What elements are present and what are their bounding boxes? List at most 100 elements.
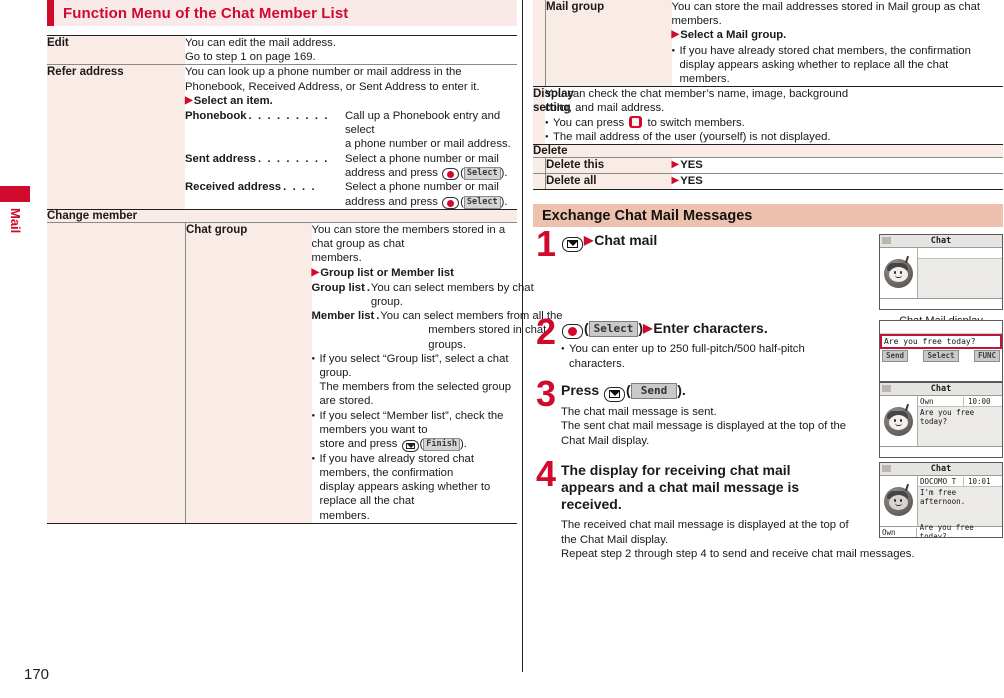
table-row-refer-address: Refer address You can look up a phone nu… [47,64,517,210]
page-number: 170 [24,666,50,683]
mailgroup-arrow-text: Select a Mail group. [680,29,787,42]
multi-function-key-icon [629,115,643,128]
step-3-screenshot: Chat Own 10:00 Are you free today? [879,382,1003,459]
sent-body-2: address and press [345,166,442,179]
screen-body [880,248,1002,299]
screen-footer [880,446,1002,458]
ds-line-1: You can check the chat member’s name, im… [545,88,849,101]
received-body-1: Select a phone number or mail [345,181,499,194]
screen-footer [880,298,1002,310]
triangle-right-icon: ▶ [643,321,653,336]
step-3: 3 Press (Send). The chat mail message is… [533,376,1003,459]
message-time: 10:00 [968,396,991,406]
row-content-chat-group: Chat group You can store the members sto… [185,222,563,523]
signal-icon [882,385,891,393]
def-sent-address: Sent address . . . . . . . . Select a ph… [185,152,517,181]
ds-line-2: color, and mail address. [545,102,665,115]
def-term-member-list: Member list [311,310,375,323]
row-value-delete-all: ▶YES [672,174,1004,189]
mailgroup-line-2: members. [671,15,722,28]
function-menu-table: Edit You can edit the mail address. Go t… [47,34,563,524]
step-1-screenshot: Chat [879,234,1003,327]
def-body-received-address: Select a phone number or mail address an… [345,181,508,210]
delete-all-value: YES [680,175,703,188]
row-label-delete-this: Delete this [545,158,672,174]
table-row-chat-group: Chat group You can store the members sto… [47,222,563,523]
signal-icon [882,237,891,245]
avatar-cell [880,396,918,447]
row-content-delete-all: Delete all ▶YES [545,173,1004,190]
footer-sender: Own [880,527,917,537]
center-key-icon [442,197,460,210]
row-indent-cell [47,222,185,523]
def-member-list: Member list . . . You can select members… [311,309,563,352]
group-header-change-member: Change member [47,209,517,223]
step-1: 1 ▶Chat mail Chat [533,226,1003,327]
mailgroup-line-1: You can store the mail addresses stored … [671,1,981,13]
right-column: Mail group You can store the mail addres… [533,0,1003,562]
edit-line-1: You can edit the mail address. [185,37,336,49]
section-title-exchange: Exchange Chat Mail Messages [533,204,1003,228]
left-column: Function Menu of the Chat Member List Ed… [47,0,563,524]
side-tab-label: Mail [8,208,23,234]
leader-dots: . . . . [283,181,317,194]
message-sender: Own [918,396,964,406]
step-2-head-text: Enter characters. [653,320,768,337]
sent-body-3: . [504,166,508,179]
avatar [884,403,913,436]
softkey-select: Select [463,166,501,180]
softkey-bar: Send Select FUNC [880,349,1002,365]
bullet-1-line-2: The members from the selected group are … [319,381,512,408]
step-3-notes: The chat mail message is sent. The sent … [561,405,871,448]
triangle-right-icon: ▶ [311,266,320,278]
bullet-1-line-1: If you select “Group list”, select a cha… [319,352,509,380]
row-indent-cell [533,0,545,87]
softkey-func[interactable]: FUNC [973,350,1000,363]
screen-title-bar: Chat [880,463,1002,477]
step-number: 2 [535,311,557,353]
phonebook-body-2: a phone number or mail address. [345,138,511,151]
leader-dots: . . . . . . . . . [248,110,330,123]
softkey-send: Send [630,383,678,400]
bullet-2-line-1: If you select “Member list”, check the m… [319,409,504,436]
chat-mail-received-display: Chat DOCOMO T 10:01 I'm free afternoon. … [879,462,1003,539]
step-4-notes: The received chat mail message is displa… [561,518,915,561]
bullet-2-line-2: store and press [319,438,401,451]
exchange-title-text: Exchange Chat Mail Messages [542,207,753,224]
step-2-screenshot: Are you free today? Send Select FUNC [879,320,1003,383]
bullet-member-list: If you select “Member list”, check the m… [312,409,518,452]
s2-bullet-line-2: characters. [569,357,625,370]
row-label-delete-all: Delete all [545,174,672,190]
table-bottom-rule [533,189,1003,191]
screen-title-text: Chat [930,464,952,475]
table-row-change-member-header: Change member [47,209,517,223]
softkey-send[interactable]: Send [882,350,909,363]
s2-bullet-line-1: You can enter up to 250 full-pitch/500 h… [569,343,805,356]
row-label-chat-group: Chat group [185,223,312,523]
section-title-text: Function Menu of the Chat Member List [63,4,349,22]
def-body-sent-address: Select a phone number or mail address an… [345,152,508,181]
row-label-display-setting: Display setting [533,86,574,145]
softkey-select[interactable]: Select [923,350,959,363]
edit-top-area [880,321,1002,335]
bullet-3-line-2: display appears asking whether to replac… [319,481,491,508]
screen-body: Own 10:00 Are you free today? [880,396,1002,447]
message-sender: DOCOMO T [918,476,964,486]
softkey-select: Select [463,195,501,209]
triangle-right-icon: ▶ [671,175,680,187]
edit-line-2: Go to step 1 on page 169. [185,51,316,64]
s4-note-2: the Chat Mail display. [561,533,669,546]
section-title-function-menu: Function Menu of the Chat Member List [47,0,517,26]
step-1-head-text: Chat mail [594,232,658,249]
message-input-field[interactable]: Are you free today? [880,334,1002,350]
chatgroup-line-2: members. [311,252,362,265]
row-desc-edit: You can edit the mail address. Go to ste… [185,34,517,65]
display-setting-bullets: You can press to switch members. The mai… [545,115,1003,145]
step-4-heading: The display for receiving chat mail appe… [561,462,871,513]
message-text [918,259,1002,299]
def-received-address: Received address . . . . Select a phone … [185,180,517,210]
s4-head-line-2: appears and a chat mail message is [561,479,800,496]
center-key-icon [562,324,583,340]
chat-mail-sent-display: Chat Own 10:00 Are you free today? [879,382,1003,459]
table-bottom-rule [47,522,517,524]
